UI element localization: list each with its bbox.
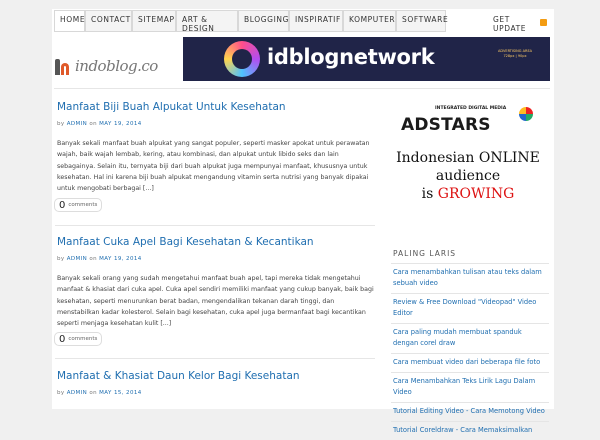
meta-by: by bbox=[57, 390, 65, 396]
post-3: Manfaat & Khasiat Daun Kelor Bagi Keseha… bbox=[57, 370, 377, 396]
popular-post-link[interactable]: Cara paling mudah membuat spanduk dengan… bbox=[391, 323, 549, 353]
post-excerpt: Banyak sekali orang yang sudah mengetahu… bbox=[57, 275, 374, 328]
post-excerpt: Banyak sekali manfaat buah alpukat yang … bbox=[57, 140, 370, 193]
post-divider bbox=[55, 358, 375, 359]
post-author[interactable]: ADMIN bbox=[67, 256, 87, 262]
logo-text: indoblog.co bbox=[75, 57, 158, 75]
post-1: Manfaat Biji Buah Alpukat Untuk Kesehata… bbox=[57, 101, 377, 194]
post-author[interactable]: ADMIN bbox=[67, 390, 87, 396]
ad-line-3: is GROWING bbox=[394, 185, 542, 203]
post-divider bbox=[55, 225, 375, 226]
comments-link[interactable]: 0 comments bbox=[54, 332, 103, 346]
meta-on: on bbox=[89, 121, 97, 127]
comments-label: comments bbox=[68, 202, 98, 208]
post-date: MAY 19, 2014 bbox=[99, 121, 142, 127]
popular-post-link[interactable]: Cara membuat video dari beberapa file fo… bbox=[391, 353, 549, 372]
post-title[interactable]: Manfaat & Khasiat Daun Kelor Bagi Keseha… bbox=[57, 370, 377, 383]
popular-post-link[interactable]: Cara menambahkan tulisan atau teks dalam… bbox=[391, 263, 549, 293]
popular-posts-widget: PALING LARIS Cara menambahkan tulisan at… bbox=[391, 249, 549, 440]
banner-ad-label: ADVERTISING AREA 728px | 90px bbox=[497, 49, 533, 58]
get-update-link[interactable]: GET UPDATE bbox=[493, 15, 527, 33]
post-2: Manfaat Cuka Apel Bagi Kesehatan & Kecan… bbox=[57, 236, 377, 329]
comments-link[interactable]: 0 comments bbox=[54, 198, 103, 212]
ad-growing: GROWING bbox=[437, 186, 515, 202]
meta-on: on bbox=[89, 390, 97, 396]
popular-post-link[interactable]: Tutorial Coreldraw - Cara Memaksimalkan bbox=[391, 421, 549, 440]
nav-sitemap[interactable]: SITEMAP bbox=[132, 10, 176, 32]
post-meta: by ADMIN on MAY 19, 2014 bbox=[57, 256, 377, 262]
meta-by: by bbox=[57, 121, 65, 127]
sidebar-ad[interactable]: INTEGRATED DIGITAL MEDIA ADSTARS Indones… bbox=[394, 106, 542, 219]
ad-line-1: Indonesian ONLINE bbox=[396, 150, 540, 166]
ad-is: is bbox=[421, 186, 434, 202]
nav-blogging[interactable]: BLOGGING bbox=[238, 10, 289, 32]
ad-tagline: INTEGRATED DIGITAL MEDIA bbox=[435, 106, 507, 111]
nav-contact[interactable]: CONTACT bbox=[85, 10, 132, 32]
nav-home[interactable]: HOME bbox=[54, 10, 85, 32]
logo-mark-icon bbox=[55, 57, 71, 75]
page: HOME CONTACT SITEMAP ART & DESIGN BLOGGI… bbox=[52, 9, 554, 434]
nav-art-design[interactable]: ART & DESIGN bbox=[176, 10, 238, 33]
popular-post-link[interactable]: Tutorial Editing Video - Cara Memotong V… bbox=[391, 402, 549, 421]
header-divider bbox=[54, 88, 550, 89]
popular-post-link[interactable]: Review & Free Download "Videopad" Video … bbox=[391, 293, 549, 323]
post-title[interactable]: Manfaat Biji Buah Alpukat Untuk Kesehata… bbox=[57, 101, 377, 114]
comment-count: 0 bbox=[59, 333, 66, 345]
banner-text: idblognetwork bbox=[267, 45, 435, 69]
nav-inspiratif[interactable]: INSPIRATIF bbox=[289, 10, 343, 32]
header-banner-ad[interactable]: idblognetwork ADVERTISING AREA 728px | 9… bbox=[183, 37, 550, 81]
post-date: MAY 19, 2014 bbox=[99, 256, 142, 262]
nav-software[interactable]: SOFTWARE bbox=[396, 10, 448, 32]
nav-komputer[interactable]: KOMPUTER bbox=[343, 10, 396, 32]
banner-logo-icon bbox=[224, 41, 260, 77]
ad-brand: ADSTARS bbox=[401, 115, 491, 135]
post-author[interactable]: ADMIN bbox=[67, 121, 87, 127]
widget-heading: PALING LARIS bbox=[393, 249, 457, 258]
ad-line-2: audience bbox=[435, 168, 501, 184]
post-meta: by ADMIN on MAY 15, 2014 bbox=[57, 390, 377, 396]
rss-icon[interactable] bbox=[540, 19, 547, 26]
comments-label: comments bbox=[68, 336, 98, 342]
post-meta: by ADMIN on MAY 19, 2014 bbox=[57, 121, 377, 127]
meta-on: on bbox=[89, 256, 97, 262]
comment-count: 0 bbox=[59, 199, 66, 211]
popular-posts-list: Cara menambahkan tulisan atau teks dalam… bbox=[391, 263, 549, 440]
post-title[interactable]: Manfaat Cuka Apel Bagi Kesehatan & Kecan… bbox=[57, 236, 377, 249]
ad-message: Indonesian ONLINE audience is GROWING bbox=[394, 149, 542, 203]
ad-star-icon bbox=[519, 107, 533, 121]
site-logo[interactable]: indoblog.co bbox=[55, 54, 158, 78]
meta-by: by bbox=[57, 256, 65, 262]
popular-post-link[interactable]: Cara Menambahkan Teks Lirik Lagu Dalam V… bbox=[391, 372, 549, 402]
post-date: MAY 15, 2014 bbox=[99, 390, 142, 396]
